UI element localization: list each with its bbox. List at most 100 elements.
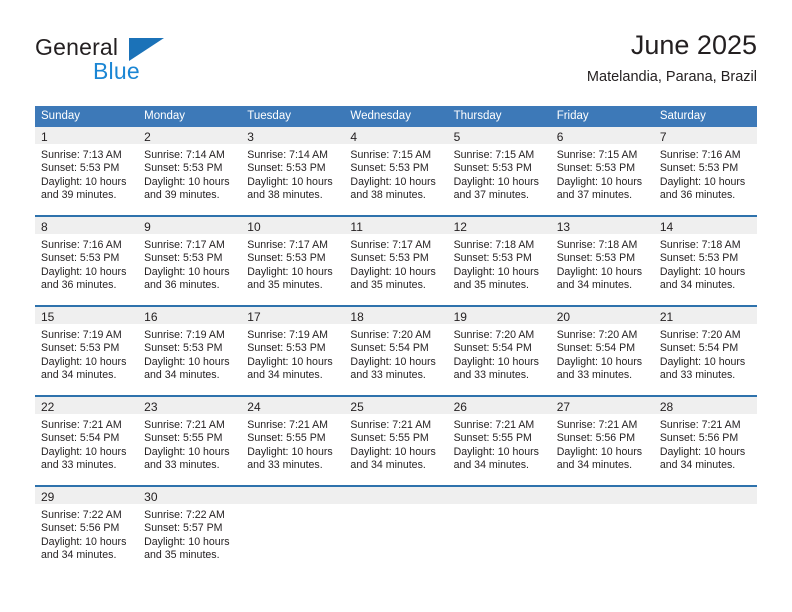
day-cell-inner: 3 Sunrise: 7:14 AM Sunset: 5:53 PM Daylight… [241, 127, 345, 215]
calendar-day-cell[interactable]: 8 Sunrise: 7:16 AM Sunset: 5:53 PM Daylight… [35, 215, 139, 306]
calendar-day-cell[interactable]: 20 Sunrise: 7:20 AM Sunset: 5:54 PM Dayligh… [550, 305, 654, 396]
day-cell-inner: 23 Sunrise: 7:21 AM Sunset: 5:55 PM Dayligh… [138, 397, 242, 485]
sunrise-time: Sunrise: 7:21 AM [247, 419, 328, 431]
logo-text-blue: Blue [93, 58, 140, 84]
day-cell-inner [550, 487, 654, 575]
day-details: Sunrise: 7:21 AM Sunset: 5:55 PM Daylight:… [448, 414, 551, 472]
daylight-duration-line1: Daylight: 10 hours [659, 175, 746, 188]
general-blue-logo[interactable]: General Blue [35, 34, 265, 90]
daylight-duration-line1: Daylight: 10 hours [659, 265, 746, 278]
calendar-day-cell[interactable]: 2 Sunrise: 7:14 AM Sunset: 5:53 PM Daylight… [138, 127, 242, 216]
day-number: 10 [241, 217, 345, 234]
daylight-duration-line2: and 39 minutes. [144, 188, 220, 201]
daylight-duration-line1: Daylight: 10 hours [350, 355, 436, 368]
sunrise-time: Sunrise: 7:16 AM [659, 149, 741, 161]
calendar-day-cell[interactable]: 15 Sunrise: 7:19 AM Sunset: 5:53 PM Dayligh… [35, 305, 139, 396]
calendar-day-cell[interactable]: 24 Sunrise: 7:21 AM Sunset: 5:55 PM Dayligh… [241, 395, 345, 486]
calendar-day-cell[interactable]: 25 Sunrise: 7:21 AM Sunset: 5:55 PM Dayligh… [344, 395, 448, 486]
daylight-duration-line2: and 34 minutes. [556, 458, 633, 471]
sunrise-time: Sunrise: 7:21 AM [556, 419, 638, 431]
day-details: Sunrise: 7:14 AM Sunset: 5:53 PM Daylight:… [241, 144, 344, 202]
day-number [241, 487, 345, 504]
calendar-day-cell[interactable]: 27 Sunrise: 7:21 AM Sunset: 5:56 PM Dayligh… [550, 395, 654, 486]
calendar-day-cell[interactable]: 13 Sunrise: 7:18 AM Sunset: 5:53 PM Dayligh… [550, 215, 654, 306]
calendar-week-row: 22 Sunrise: 7:21 AM Sunset: 5:54 PM Dayligh… [35, 395, 757, 486]
day-cell-inner: 27 Sunrise: 7:21 AM Sunset: 5:56 PM Dayligh… [550, 397, 654, 485]
sunrise-time: Sunrise: 7:17 AM [144, 239, 225, 251]
day-number: 22 [35, 397, 139, 414]
sunrise-time: Sunrise: 7:20 AM [350, 329, 432, 341]
daylight-duration-line1: Daylight: 10 hours [350, 265, 436, 278]
calendar-page: General Blue June 2025 Matelandia, Paran… [0, 0, 792, 612]
sunset-time: Sunset: 5:53 PM [247, 342, 326, 355]
sunset-time: Sunset: 5:54 PM [659, 342, 739, 355]
day-cell-inner: 15 Sunrise: 7:19 AM Sunset: 5:53 PM Dayligh… [35, 307, 139, 395]
sunset-time: Sunset: 5:55 PM [453, 432, 532, 445]
sunset-time: Sunset: 5:54 PM [350, 342, 429, 355]
sunset-time: Sunset: 5:53 PM [659, 162, 739, 175]
calendar-day-cell[interactable]: 29 Sunrise: 7:22 AM Sunset: 5:56 PM Dayligh… [35, 485, 139, 575]
daylight-duration-line1: Daylight: 10 hours [41, 175, 127, 188]
daylight-duration-line2: and 36 minutes. [144, 278, 220, 291]
day-cell-inner: 17 Sunrise: 7:19 AM Sunset: 5:53 PM Dayligh… [241, 307, 345, 395]
day-details: Sunrise: 7:19 AM Sunset: 5:53 PM Daylight:… [138, 324, 241, 382]
day-cell-inner: 7 Sunrise: 7:16 AM Sunset: 5:53 PM Daylight… [653, 127, 757, 215]
sunrise-time: Sunrise: 7:21 AM [41, 419, 122, 431]
calendar-day-cell[interactable]: 21 Sunrise: 7:20 AM Sunset: 5:54 PM Dayligh… [653, 305, 757, 396]
daylight-duration-line2: and 34 minutes. [659, 278, 736, 291]
calendar-day-cell-empty [344, 485, 448, 575]
calendar-day-cell[interactable]: 23 Sunrise: 7:21 AM Sunset: 5:55 PM Dayligh… [138, 395, 242, 486]
sunset-time: Sunset: 5:56 PM [41, 522, 120, 535]
calendar-day-cell[interactable]: 19 Sunrise: 7:20 AM Sunset: 5:54 PM Dayligh… [447, 305, 551, 396]
calendar-day-cell-empty [653, 485, 757, 575]
calendar-day-cell[interactable]: 28 Sunrise: 7:21 AM Sunset: 5:56 PM Dayligh… [653, 395, 757, 486]
calendar-day-cell[interactable]: 14 Sunrise: 7:18 AM Sunset: 5:53 PM Dayligh… [653, 215, 757, 306]
daylight-duration-line2: and 33 minutes. [41, 458, 117, 471]
calendar-day-cell[interactable]: 11 Sunrise: 7:17 AM Sunset: 5:53 PM Dayligh… [344, 215, 448, 306]
day-details: Sunrise: 7:15 AM Sunset: 5:53 PM Daylight:… [448, 144, 551, 202]
daylight-duration-line1: Daylight: 10 hours [247, 355, 333, 368]
calendar-header-row: Sunday Monday Tuesday Wednesday Thursday… [35, 106, 757, 127]
day-details: Sunrise: 7:21 AM Sunset: 5:55 PM Daylight:… [138, 414, 241, 472]
day-number: 12 [447, 217, 551, 234]
day-details: Sunrise: 7:21 AM Sunset: 5:56 PM Daylight:… [551, 414, 654, 472]
daylight-duration-line2: and 33 minutes. [659, 368, 736, 381]
day-cell-inner: 16 Sunrise: 7:19 AM Sunset: 5:53 PM Dayligh… [138, 307, 242, 395]
sunset-time: Sunset: 5:53 PM [41, 252, 120, 265]
day-details: Sunrise: 7:16 AM Sunset: 5:53 PM Daylight:… [35, 234, 138, 292]
calendar-day-cell[interactable]: 22 Sunrise: 7:21 AM Sunset: 5:54 PM Dayligh… [35, 395, 139, 486]
calendar-day-cell[interactable]: 17 Sunrise: 7:19 AM Sunset: 5:53 PM Dayligh… [241, 305, 345, 396]
sunrise-time: Sunrise: 7:18 AM [556, 239, 638, 251]
calendar-day-cell[interactable]: 9 Sunrise: 7:17 AM Sunset: 5:53 PM Daylight… [138, 215, 242, 306]
calendar-day-cell[interactable]: 30 Sunrise: 7:22 AM Sunset: 5:57 PM Dayligh… [138, 485, 242, 575]
calendar-day-cell[interactable]: 10 Sunrise: 7:17 AM Sunset: 5:53 PM Dayligh… [241, 215, 345, 306]
calendar-day-cell[interactable]: 5 Sunrise: 7:15 AM Sunset: 5:53 PM Daylight… [447, 127, 551, 216]
day-cell-inner: 28 Sunrise: 7:21 AM Sunset: 5:56 PM Dayligh… [653, 397, 757, 485]
daylight-duration-line2: and 34 minutes. [247, 368, 323, 381]
day-cell-inner: 26 Sunrise: 7:21 AM Sunset: 5:55 PM Dayligh… [447, 397, 551, 485]
calendar-day-cell[interactable]: 7 Sunrise: 7:16 AM Sunset: 5:53 PM Daylight… [653, 127, 757, 216]
calendar-day-cell[interactable]: 18 Sunrise: 7:20 AM Sunset: 5:54 PM Dayligh… [344, 305, 448, 396]
daylight-duration-line2: and 37 minutes. [453, 188, 529, 201]
calendar-day-cell[interactable]: 16 Sunrise: 7:19 AM Sunset: 5:53 PM Dayligh… [138, 305, 242, 396]
sunset-time: Sunset: 5:56 PM [659, 432, 739, 445]
calendar-day-cell[interactable]: 1 Sunrise: 7:13 AM Sunset: 5:53 PM Daylight… [35, 127, 139, 216]
sunset-time: Sunset: 5:54 PM [556, 342, 636, 355]
day-number: 7 [653, 127, 757, 144]
calendar-day-cell[interactable]: 4 Sunrise: 7:15 AM Sunset: 5:53 PM Daylight… [344, 127, 448, 216]
sunset-time: Sunset: 5:53 PM [41, 342, 120, 355]
daylight-duration-line2: and 38 minutes. [350, 188, 426, 201]
calendar-day-cell[interactable]: 6 Sunrise: 7:15 AM Sunset: 5:53 PM Daylight… [550, 127, 654, 216]
sunrise-time: Sunrise: 7:20 AM [659, 329, 741, 341]
calendar-day-cell[interactable]: 3 Sunrise: 7:14 AM Sunset: 5:53 PM Daylight… [241, 127, 345, 216]
calendar-day-cell[interactable]: 12 Sunrise: 7:18 AM Sunset: 5:53 PM Dayligh… [447, 215, 551, 306]
day-details: Sunrise: 7:20 AM Sunset: 5:54 PM Daylight:… [654, 324, 757, 382]
day-details: Sunrise: 7:17 AM Sunset: 5:53 PM Daylight:… [344, 234, 447, 292]
day-cell-inner [447, 487, 551, 575]
calendar-day-cell[interactable]: 26 Sunrise: 7:21 AM Sunset: 5:55 PM Dayligh… [447, 395, 551, 486]
daylight-duration-line2: and 34 minutes. [659, 458, 736, 471]
day-details: Sunrise: 7:19 AM Sunset: 5:53 PM Daylight:… [241, 324, 344, 382]
daylight-duration-line1: Daylight: 10 hours [453, 445, 539, 458]
day-cell-inner: 6 Sunrise: 7:15 AM Sunset: 5:53 PM Daylight… [550, 127, 654, 215]
page-title: June 2025 [630, 30, 757, 60]
